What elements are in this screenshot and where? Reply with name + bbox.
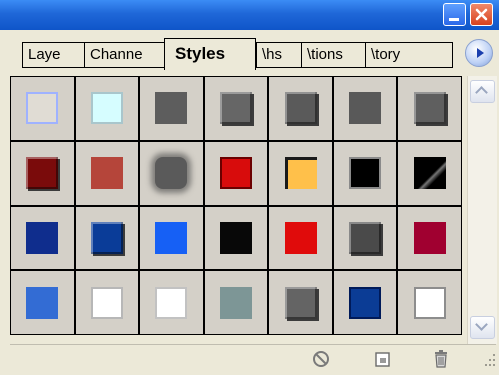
red-flat-style [284, 221, 317, 254]
gray-flat-style [155, 92, 188, 125]
scroll-down-button[interactable] [470, 316, 495, 339]
style-swatch-cell[interactable] [269, 271, 332, 334]
black-flat-style [219, 221, 252, 254]
style-swatch-cell[interactable] [204, 206, 268, 270]
white-bevel-style [413, 286, 446, 319]
style-swatch-cell[interactable] [140, 206, 203, 270]
tab-actions[interactable]: \tions [301, 42, 365, 68]
style-swatch-cell[interactable] [204, 271, 268, 334]
style-swatch-cell[interactable] [204, 141, 268, 205]
title-bar [0, 0, 499, 30]
styles-swatch-grid [10, 76, 462, 335]
gray-steel-style [284, 286, 317, 319]
style-swatch-cell[interactable] [11, 77, 74, 140]
style-swatch-cell[interactable] [398, 141, 461, 205]
style-swatch-cell[interactable] [269, 206, 332, 270]
style-swatch-cell[interactable] [398, 77, 461, 140]
style-swatch-cell[interactable] [204, 77, 268, 140]
close-button[interactable] [470, 3, 493, 26]
tab-paths[interactable]: \hs [256, 42, 301, 68]
cyan-glow-style [90, 92, 123, 125]
style-swatch-cell[interactable] [75, 141, 139, 205]
style-swatch-cell[interactable] [75, 206, 139, 270]
style-swatch-cell[interactable] [11, 271, 74, 334]
black-gloss-style [349, 157, 382, 190]
dark-blue-bevel-style [90, 221, 123, 254]
delete-style-button[interactable] [430, 348, 452, 370]
style-swatch-cell[interactable] [333, 271, 397, 334]
blurred-gray-style [155, 157, 188, 190]
style-swatch-cell[interactable] [333, 206, 397, 270]
panel-tab-strip: Laye Channe Styles \hs \tions \tory [0, 30, 499, 70]
tab-layers[interactable]: Laye [22, 42, 84, 68]
crimson-style [413, 221, 446, 254]
styles-panel-window: Laye Channe Styles \hs \tions \tory [0, 0, 499, 372]
clear-style-button[interactable] [310, 348, 332, 370]
new-style-icon [375, 352, 390, 367]
panel-button-bar [10, 344, 496, 372]
style-swatch-cell[interactable] [11, 206, 74, 270]
empty-style [26, 92, 59, 125]
resize-grip-icon[interactable] [484, 351, 496, 369]
medium-blue-style [26, 286, 59, 319]
white-plain-style [155, 286, 188, 319]
trash-icon [435, 350, 447, 368]
navy-style [26, 221, 59, 254]
gray-bevel-style [219, 92, 252, 125]
tab-styles[interactable]: Styles [164, 38, 256, 70]
style-swatch-cell[interactable] [398, 206, 461, 270]
red-frame-style [219, 157, 252, 190]
style-swatch-cell[interactable] [75, 77, 139, 140]
tab-channels[interactable]: Channe [84, 42, 164, 68]
style-swatch-cell[interactable] [140, 271, 203, 334]
style-swatch-cell[interactable] [333, 77, 397, 140]
black-shine-style [413, 157, 446, 190]
gray-emboss-style [284, 92, 317, 125]
close-icon [475, 8, 488, 21]
style-swatch-cell[interactable] [333, 141, 397, 205]
style-swatch-cell[interactable] [269, 77, 332, 140]
bright-blue-style [155, 221, 188, 254]
style-swatch-cell[interactable] [75, 271, 139, 334]
minimize-button[interactable] [443, 3, 466, 26]
dark-red-bevel-style [26, 157, 59, 190]
teal-gray-style [219, 286, 252, 319]
blue-frame-style [349, 286, 382, 319]
style-swatch-cell[interactable] [269, 141, 332, 205]
no-entry-icon [313, 351, 329, 367]
new-style-button[interactable] [372, 348, 394, 370]
vertical-scrollbar[interactable] [467, 76, 497, 344]
tab-history[interactable]: \tory [365, 42, 453, 68]
white-style [90, 286, 123, 319]
style-swatch-cell[interactable] [11, 141, 74, 205]
dark-gray-style [349, 92, 382, 125]
scroll-up-button[interactable] [470, 80, 495, 103]
style-swatch-cell[interactable] [140, 77, 203, 140]
charcoal-bevel-style [349, 221, 382, 254]
soft-red-style [90, 157, 123, 190]
style-swatch-cell[interactable] [398, 271, 461, 334]
gray-gloss-style [413, 92, 446, 125]
yellow-inset-style [284, 157, 317, 190]
style-swatch-cell[interactable] [140, 141, 203, 205]
tab-scroll-right-button[interactable] [465, 39, 493, 67]
